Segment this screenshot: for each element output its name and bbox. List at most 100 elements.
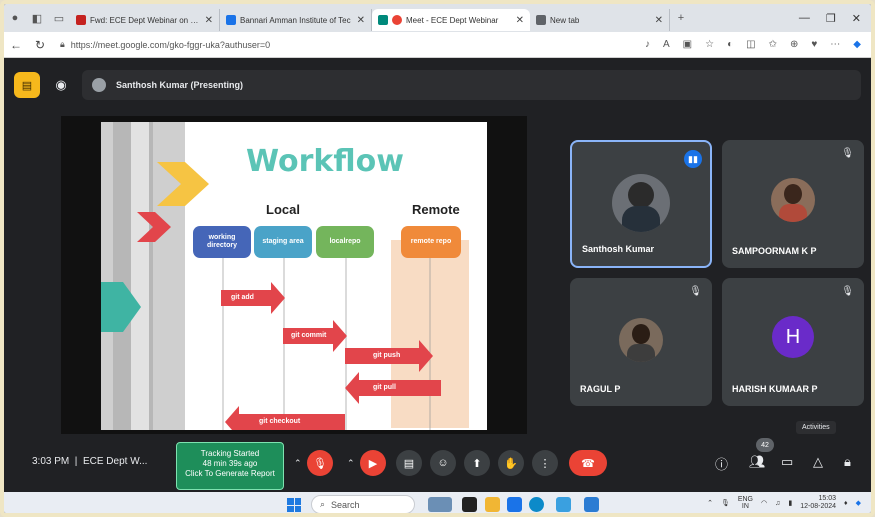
- audio-options-chevron-icon[interactable]: ⌃: [294, 450, 306, 476]
- new-tab-plus-icon[interactable]: +: [670, 4, 692, 32]
- meet-top-bar: ▤ ◉ Santhosh Kumar (Presenting): [14, 68, 861, 102]
- read-aloud-icon[interactable]: A: [663, 39, 670, 50]
- site-icon: [226, 15, 236, 25]
- tracking-report-button[interactable]: Tracking Started 48 min 39s ago Click To…: [176, 442, 284, 490]
- captions-button[interactable]: ▤: [396, 450, 422, 476]
- more-icon[interactable]: ⋯: [830, 39, 840, 50]
- participant-tile-santhosh[interactable]: ▮▮ Santhosh Kumar: [570, 140, 712, 268]
- participant-name: SAMPOORNAM K P: [732, 246, 817, 256]
- presentation-icon[interactable]: ▤: [14, 72, 40, 98]
- camera-toggle-button[interactable]: ▶: [360, 450, 386, 476]
- participant-name: RAGUL P: [580, 384, 621, 394]
- close-tab-icon[interactable]: ✕: [516, 15, 524, 26]
- tracking-action: Click To Generate Report: [185, 469, 275, 478]
- tray-chevron-icon[interactable]: ⌃: [707, 499, 713, 507]
- lock-icon[interactable]: 🔒︎: [60, 39, 65, 50]
- git-push-label: git push: [373, 352, 401, 359]
- minimize-icon[interactable]: —: [799, 12, 810, 25]
- speaking-indicator-icon: ▮▮: [684, 150, 702, 168]
- avatar: [619, 318, 663, 362]
- video-options-chevron-icon[interactable]: ⌃: [347, 450, 359, 476]
- workspaces-icon[interactable]: ◧: [26, 4, 48, 32]
- eye-icon[interactable]: ◉: [48, 72, 74, 98]
- copilot-icon[interactable]: ◆: [853, 39, 861, 50]
- participant-tile-harish[interactable]: 🎙︎ H HARISH KUMAAR P: [722, 278, 864, 406]
- profile-icon[interactable]: ●: [4, 4, 26, 32]
- windows-start-icon[interactable]: [287, 498, 301, 512]
- close-tab-icon[interactable]: ✕: [655, 15, 663, 26]
- mic-off-icon: 🎙︎: [841, 286, 854, 297]
- tab-new[interactable]: New tab ✕: [530, 9, 670, 31]
- maximize-icon[interactable]: ❐: [826, 12, 836, 25]
- present-button[interactable]: ⬆: [464, 450, 490, 476]
- tab-gmail[interactable]: Fwd: ECE Dept Webinar on 12/0 ✕: [70, 9, 220, 31]
- meeting-title: ECE Dept W...: [82, 456, 148, 467]
- activities-icon[interactable]: △: [813, 454, 823, 470]
- notification-icon[interactable]: ♦: [844, 500, 848, 507]
- participant-tile-sampoornam[interactable]: 🎙︎ SAMPOORNAM K P: [722, 140, 864, 268]
- close-window-icon[interactable]: ✕: [852, 12, 861, 25]
- gmail-icon: [76, 15, 86, 25]
- edge-icon[interactable]: [529, 497, 544, 512]
- file-explorer-icon[interactable]: [485, 497, 500, 512]
- person-icon: [92, 78, 106, 92]
- tab-actions-icon[interactable]: ▭: [48, 4, 70, 32]
- close-tab-icon[interactable]: ✕: [357, 15, 365, 26]
- performance-icon[interactable]: ♥: [811, 39, 817, 50]
- meet-bottom-bar: 3:03 PM | ECE Dept W... Tracking Started…: [4, 434, 871, 492]
- app-icon[interactable]: [556, 497, 571, 512]
- back-icon[interactable]: ←: [4, 38, 28, 52]
- leave-call-button[interactable]: ☎: [569, 450, 607, 476]
- reader-icon[interactable]: ▣: [683, 39, 692, 50]
- participant-name: Santhosh Kumar: [582, 244, 655, 254]
- battery-icon[interactable]: ▮: [788, 499, 792, 507]
- raise-hand-button[interactable]: ✋: [498, 450, 524, 476]
- remote-label: Remote: [412, 202, 460, 217]
- tab-bannari[interactable]: Bannari Amman Institute of Tec ✕: [220, 9, 372, 31]
- participant-tile-ragul[interactable]: 🎙︎ RAGUL P: [570, 278, 712, 406]
- tray-app-icon[interactable]: 🎙︎: [721, 499, 730, 507]
- tab-meet[interactable]: Meet - ECE Dept Webinar ✕: [372, 9, 530, 31]
- host-controls-icon[interactable]: 🔒︎: [844, 454, 851, 470]
- chat-icon[interactable]: ▭: [781, 454, 793, 470]
- taskview-icon[interactable]: [462, 497, 477, 512]
- collections-icon[interactable]: ⊕: [790, 39, 798, 50]
- copilot-taskbar-icon[interactable]: ◆: [856, 499, 861, 507]
- avatar: [612, 174, 670, 232]
- url-field[interactable]: https://meet.google.com/gko-fggr-uka?aut…: [71, 40, 270, 50]
- tracking-elapsed: 48 min 39s ago: [202, 459, 258, 468]
- split-icon[interactable]: ◫: [746, 39, 755, 50]
- people-count-badge: 42: [756, 438, 774, 452]
- clock[interactable]: 15:03 12-08-2024: [800, 495, 836, 512]
- mic-icon[interactable]: ♪: [645, 39, 650, 50]
- tab-title: New tab: [550, 15, 580, 25]
- store-icon[interactable]: [507, 497, 522, 512]
- more-options-button[interactable]: ⋮: [532, 450, 558, 476]
- meeting-time: 3:03 PM: [32, 456, 70, 467]
- address-bar: ← ↻ 🔒︎ https://meet.google.com/gko-fggr-…: [4, 32, 871, 58]
- extension-icon[interactable]: ◐: [727, 39, 733, 50]
- clock-time: 15:03: [818, 495, 837, 502]
- language-indicator[interactable]: ENG IN: [738, 496, 753, 511]
- info-icon[interactable]: ⓘ: [715, 454, 728, 473]
- word-icon[interactable]: [584, 497, 599, 512]
- search-icon: ⌕: [320, 499, 326, 509]
- reload-icon[interactable]: ↻: [28, 38, 52, 52]
- people-icon[interactable]: 👥︎: [749, 454, 766, 470]
- widgets-icon[interactable]: [428, 497, 452, 512]
- new-tab-icon: [536, 15, 546, 25]
- wifi-icon[interactable]: ◠: [761, 499, 767, 507]
- volume-icon[interactable]: ♫: [775, 500, 780, 507]
- stage-localrepo: localrepo: [316, 226, 374, 258]
- close-tab-icon[interactable]: ✕: [205, 15, 213, 26]
- tab-title: Meet - ECE Dept Webinar: [406, 15, 499, 25]
- stage-staging-area: staging area: [254, 226, 312, 258]
- tab-title: Fwd: ECE Dept Webinar on 12/0: [90, 15, 199, 25]
- mic-toggle-button[interactable]: 🎙︎: [307, 450, 333, 476]
- favorites-bar-icon[interactable]: ✩: [769, 39, 777, 50]
- favorite-icon[interactable]: ☆: [705, 39, 714, 50]
- git-checkout-label: git checkout: [259, 418, 301, 425]
- reactions-button[interactable]: ☺: [430, 450, 456, 476]
- taskbar-search[interactable]: ⌕ Search: [311, 495, 415, 513]
- system-tray: ⌃ 🎙︎ ENG IN ◠ ♫ ▮ 15:03 12-08-2024 ♦ ◆: [707, 495, 861, 512]
